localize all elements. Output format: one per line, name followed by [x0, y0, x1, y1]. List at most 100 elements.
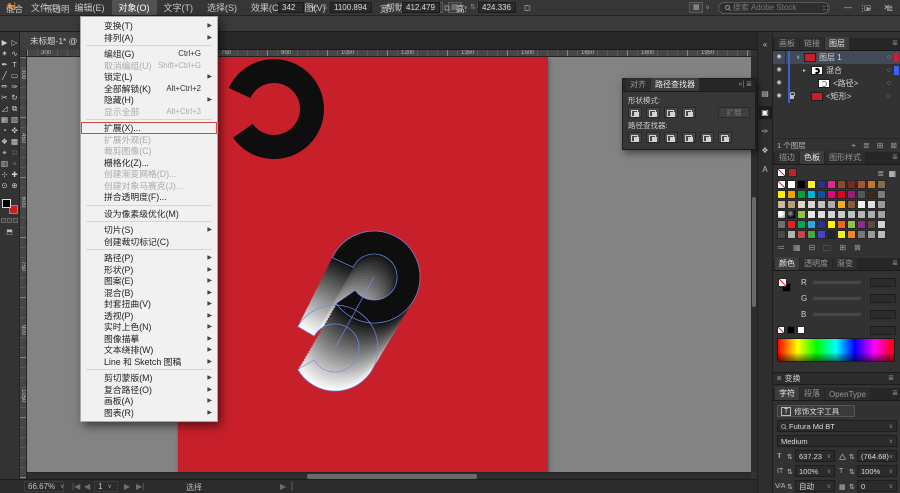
transform-icon[interactable]: ⛋: [524, 3, 530, 14]
swatch-2-8[interactable]: [857, 200, 866, 209]
swatch-0-4[interactable]: [817, 180, 826, 189]
artboard-tool[interactable]: ▥: [0, 158, 10, 169]
vertical-ruler[interactable]: 300 450 600 750 900 1050: [20, 57, 27, 479]
swatch-4-10[interactable]: [877, 220, 886, 229]
swatches-tab-1[interactable]: 描边: [775, 151, 799, 164]
delete-swatch-icon[interactable]: ⊠: [854, 243, 861, 257]
swatch-kinds-icon[interactable]: ▦: [793, 243, 801, 257]
swatch-0-6[interactable]: [837, 180, 846, 189]
swatch-1-6[interactable]: [837, 190, 846, 199]
visibility-eye-icon[interactable]: ◉: [773, 64, 786, 77]
curvature-tool[interactable]: ⊕: [10, 180, 20, 191]
channel-value-R[interactable]: [870, 278, 896, 287]
workspace-caret-icon[interactable]: ∨: [705, 4, 709, 11]
delete-layer-icon[interactable]: ⊠: [890, 141, 897, 150]
layers-tab-1[interactable]: 画板: [775, 37, 799, 50]
status-expand-icon[interactable]: ▶▕: [280, 482, 292, 491]
zoom-tool[interactable]: ⊙: [0, 180, 10, 191]
object-menu-item-4[interactable]: 取消编组(U) Shift+Ctrl+G: [81, 60, 217, 72]
outline-button[interactable]: [700, 132, 714, 143]
direct-selection-tool[interactable]: ▷: [10, 37, 20, 48]
swatch-5-2[interactable]: [797, 230, 806, 239]
layer-row-1[interactable]: ◉ ∨ 图层 1 ○: [773, 51, 900, 64]
stock-search[interactable]: [717, 1, 830, 14]
control-menu-icon[interactable]: ≣: [886, 3, 893, 14]
target-circle-icon[interactable]: ○: [887, 80, 891, 87]
artwork-shape[interactable]: [228, 59, 324, 160]
swatch-4-4[interactable]: [817, 220, 826, 229]
swatch-3-9[interactable]: [867, 210, 876, 219]
draw-normal-button[interactable]: [1, 218, 6, 223]
swatch-4-7[interactable]: [847, 220, 856, 229]
draw-behind-button[interactable]: [7, 218, 12, 223]
layers-menu-icon[interactable]: ≣: [892, 38, 898, 50]
channel-slider-B[interactable]: [813, 313, 861, 316]
line-segment-tool[interactable]: ╱: [0, 70, 10, 81]
swatch-3-6[interactable]: [837, 210, 846, 219]
symbol-sprayer-tool[interactable]: ▩: [10, 136, 20, 147]
kerning-field[interactable]: 自动 ∨: [795, 480, 835, 492]
color-menu-icon[interactable]: ≣: [892, 258, 898, 270]
divide-button[interactable]: [628, 132, 642, 143]
trim-button[interactable]: [646, 132, 660, 143]
swatch-0-3[interactable]: [807, 180, 816, 189]
search-input[interactable]: [732, 3, 819, 12]
minimize-button[interactable]: —: [838, 3, 858, 12]
last-artboard-icon[interactable]: ▶|: [136, 482, 144, 491]
swatch-1-7[interactable]: [847, 190, 856, 199]
layers-tab-2[interactable]: 链接: [800, 37, 824, 50]
y-field[interactable]: 1100.894: [330, 2, 372, 13]
font-size-field[interactable]: 637.23 ∨: [795, 450, 835, 462]
eyedropper-tool[interactable]: ⊹: [0, 169, 10, 180]
swatch-1-1[interactable]: [787, 190, 796, 199]
expand-arrow-icon[interactable]: ∨: [796, 54, 804, 61]
swatch-5-7[interactable]: [847, 230, 856, 239]
color-spectrum[interactable]: [777, 338, 895, 362]
merge-button[interactable]: [664, 132, 678, 143]
color-tab-1[interactable]: 颜色: [775, 257, 799, 270]
visibility-eye-icon[interactable]: ◉: [773, 51, 786, 64]
minus-front-button[interactable]: [646, 107, 660, 118]
vertical-scrollbar-thumb[interactable]: [752, 197, 756, 307]
expand-arrow-icon[interactable]: ▸: [803, 67, 811, 74]
swatch-5-10[interactable]: [877, 230, 886, 239]
panel-toggle-icon[interactable]: ⋮▸: [858, 3, 871, 14]
visibility-eye-icon[interactable]: ◉: [773, 90, 786, 103]
magic-wand-tool[interactable]: ✶: [0, 48, 10, 59]
swatch-1-9[interactable]: [867, 190, 876, 199]
object-menu-item-25[interactable]: 图案(E) ▶: [81, 275, 217, 287]
link-dimensions-icon[interactable]: ⧉: [444, 3, 450, 14]
target-circle-icon[interactable]: ○: [887, 93, 891, 100]
paintbrush-tool[interactable]: ✑: [10, 81, 20, 92]
make-clip-mask-icon[interactable]: ≣: [863, 141, 870, 150]
visibility-eye-icon[interactable]: ◉: [773, 77, 786, 90]
x-field[interactable]: 342: [278, 2, 304, 13]
tracking-field[interactable]: 0 ∨: [857, 480, 897, 492]
character-menu-icon[interactable]: ≣: [892, 388, 898, 400]
menubar-item-2[interactable]: 编辑(E): [68, 0, 112, 15]
swatch-4-9[interactable]: [867, 220, 876, 229]
menubar-item-4[interactable]: 文字(T): [157, 0, 201, 15]
swatch-4-5[interactable]: [827, 220, 836, 229]
character-tab-1[interactable]: 字符: [775, 387, 799, 400]
menubar-item-3[interactable]: 对象(O): [111, 0, 157, 15]
brushes-panel-icon[interactable]: ✑: [759, 125, 772, 138]
expand-dock-icon[interactable]: «: [759, 38, 772, 51]
first-artboard-icon[interactable]: |◀: [72, 482, 80, 491]
slice-tool[interactable]: ▫: [10, 158, 20, 169]
fill-color-swatch[interactable]: [1, 199, 11, 208]
layer-row-4[interactable]: ◉ <矩形> ○: [773, 90, 900, 103]
perspective-grid-tool[interactable]: ❖: [0, 136, 10, 147]
font-family-field[interactable]: Futura Md BT ∨: [777, 420, 897, 432]
object-menu-item-6[interactable]: 全部解锁(K) Alt+Ctrl+2: [81, 83, 217, 95]
hand-tool[interactable]: ✚: [10, 169, 20, 180]
swatch-2-2[interactable]: [797, 200, 806, 209]
color-panel-icon[interactable]: ▤: [759, 87, 772, 100]
swatch-grid-view-icon[interactable]: ▦: [888, 169, 896, 178]
swatch-2-4[interactable]: [817, 200, 826, 209]
menubar-item-5[interactable]: 选择(S): [200, 0, 244, 15]
swatch-1-0[interactable]: [777, 190, 786, 199]
swatch-2-0[interactable]: [777, 200, 786, 209]
swatch-4-1[interactable]: [787, 220, 796, 229]
object-menu-item-32[interactable]: Line 和 Sketch 图稿 ▶: [81, 356, 217, 368]
